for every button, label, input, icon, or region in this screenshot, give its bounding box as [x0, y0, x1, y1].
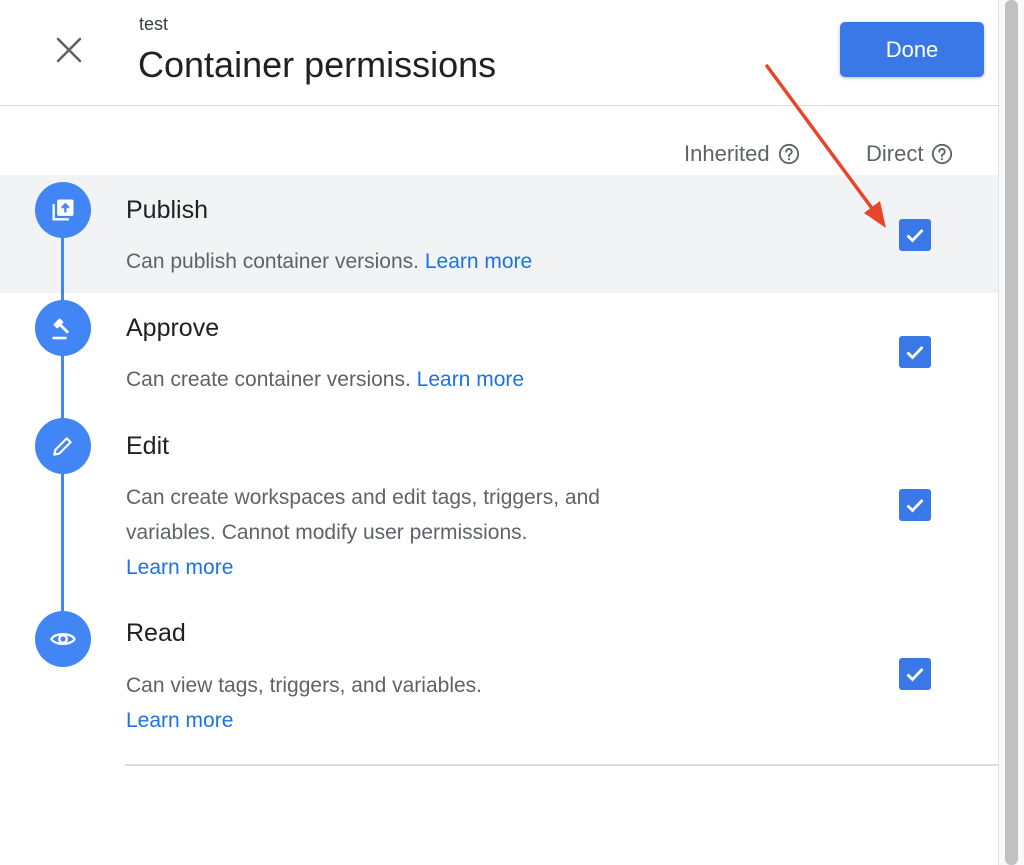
permission-title-edit: Edit — [126, 432, 170, 460]
direct-checkbox-edit[interactable] — [899, 489, 931, 521]
dialog-header: test Container permissions Done — [0, 0, 998, 106]
permission-desc-text: Can create container versions. — [126, 368, 411, 391]
scrollbar-thumb[interactable] — [1005, 0, 1018, 865]
direct-checkbox-read[interactable] — [899, 658, 931, 690]
inherited-label: Inherited — [684, 141, 770, 166]
direct-checkbox-publish[interactable] — [899, 219, 931, 251]
permission-desc-text: Can create workspaces and edit tags, tri… — [126, 486, 600, 544]
direct-checkbox-approve[interactable] — [899, 336, 931, 368]
close-icon — [56, 37, 82, 63]
check-icon — [906, 668, 924, 682]
close-button[interactable] — [52, 33, 86, 67]
done-button[interactable]: Done — [840, 22, 984, 77]
learn-more-link-read[interactable]: Learn more — [126, 709, 233, 732]
container-name: test — [139, 14, 169, 34]
eye-icon — [50, 633, 76, 645]
check-icon — [906, 346, 924, 360]
publish-icon-badge — [35, 182, 91, 238]
permission-description-read: Can view tags, triggers, and variables. … — [126, 668, 686, 738]
edit-icon-badge — [35, 418, 91, 474]
permission-title-approve: Approve — [126, 314, 220, 342]
permission-description-approve: Can create container versions. Learn mor… — [126, 362, 686, 397]
inherited-column-header: Inherited — [684, 141, 800, 167]
permission-description-edit: Can create workspaces and edit tags, tri… — [126, 480, 686, 585]
learn-more-link-publish[interactable]: Learn more — [425, 250, 532, 273]
direct-label: Direct — [866, 141, 924, 166]
read-icon-badge — [35, 611, 91, 667]
permission-desc-text: Can view tags, triggers, and variables. — [126, 674, 483, 697]
publish-icon — [52, 199, 74, 221]
help-icon[interactable] — [931, 143, 953, 165]
approve-icon-badge — [35, 300, 91, 356]
help-icon[interactable] — [778, 143, 800, 165]
scrollbar[interactable] — [998, 0, 1024, 865]
section-divider — [125, 764, 998, 766]
permission-title-read: Read — [126, 619, 186, 647]
permission-title-publish: Publish — [126, 196, 208, 224]
gavel-icon — [52, 318, 70, 340]
permission-description-publish: Can publish container versions. Learn mo… — [126, 244, 686, 279]
page-title: Container permissions — [138, 44, 497, 85]
learn-more-link-approve[interactable]: Learn more — [417, 368, 524, 391]
learn-more-link-edit[interactable]: Learn more — [126, 556, 233, 579]
check-icon — [906, 499, 924, 513]
pencil-icon — [53, 437, 72, 456]
permission-desc-text: Can publish container versions. — [126, 250, 419, 273]
direct-column-header: Direct — [866, 141, 953, 167]
check-icon — [906, 229, 924, 243]
